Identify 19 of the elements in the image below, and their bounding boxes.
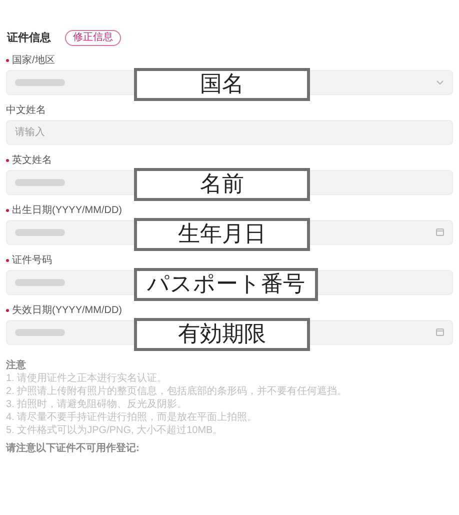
note-text: 3. 拍照时，请避免阻碍物、反光及阴影。	[6, 398, 188, 410]
note-text: 2. 护照请上传附有照片的整页信息，包括底部的条形码，并不要有任何遮挡。	[6, 384, 348, 398]
note-text: 4. 请尽量不要手持证件进行拍照，而是放在平面上拍照。	[6, 410, 258, 424]
field-label: 中文姓名	[6, 104, 46, 116]
notes-footer: 请注意以下证件不可用作登记:	[6, 442, 453, 454]
field-label: 英文姓名	[12, 154, 52, 166]
annotation-tooltip: 有効期限	[134, 318, 310, 350]
section-title: 证件信息	[7, 30, 51, 46]
notes-title: 注意	[6, 358, 27, 372]
annotation-tooltip: 生年月日	[134, 218, 310, 250]
annotation-tooltip: パスポート番号	[134, 268, 318, 300]
field-label: 出生日期(YYYY/MM/DD)	[12, 204, 122, 216]
note-text: 1. 请使用证件之正本进行实名认证。	[6, 372, 168, 384]
field-label: 国家/地区	[12, 54, 55, 66]
annotation-tooltip: 名前	[134, 168, 310, 200]
annotation-tooltip: 国名	[134, 68, 310, 100]
field-label: 失效日期(YYYY/MM/DD)	[12, 304, 122, 316]
field-label: 证件号码	[12, 254, 52, 266]
note-text: 5. 文件格式可以为JPG/PNG, 大小不超过10MB。	[6, 424, 224, 436]
